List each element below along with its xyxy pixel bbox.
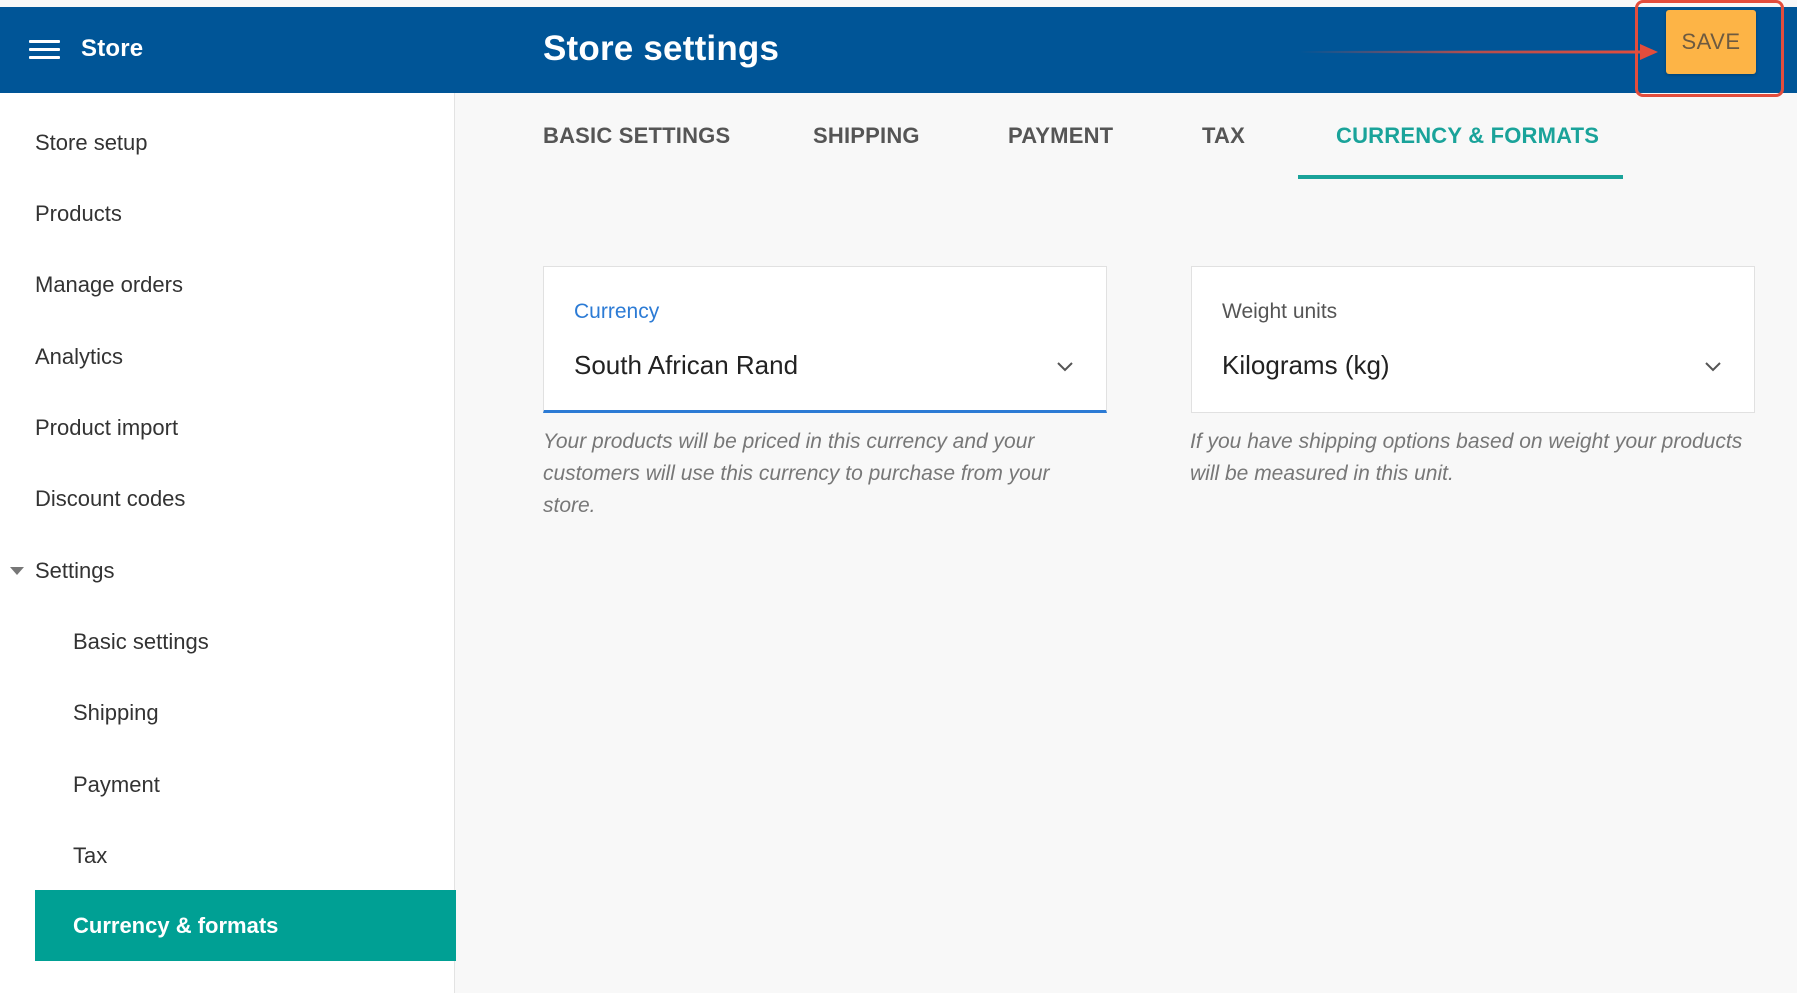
sidebar-item-manage-orders[interactable]: Manage orders xyxy=(35,272,183,298)
sidebar-item-store-setup[interactable]: Store setup xyxy=(35,130,148,156)
active-tab-indicator xyxy=(1298,175,1623,179)
sidebar-subitem-shipping[interactable]: Shipping xyxy=(73,700,159,726)
currency-select[interactable]: Currency South African Rand xyxy=(543,266,1107,413)
hamburger-menu-icon[interactable] xyxy=(29,39,60,61)
save-button[interactable]: SAVE xyxy=(1666,10,1756,74)
currency-label: Currency xyxy=(574,300,660,323)
tab-tax[interactable]: TAX xyxy=(1202,123,1245,149)
app-title: Store xyxy=(81,35,144,62)
tab-currency-formats[interactable]: CURRENCY & FORMATS xyxy=(1336,123,1599,149)
sidebar-nav: Store setup Products Manage orders Analy… xyxy=(0,93,456,993)
store-settings-app: Store Store settings SAVE Store setup Pr… xyxy=(0,0,1797,993)
weight-units-label: Weight units xyxy=(1222,300,1338,323)
sidebar-item-analytics[interactable]: Analytics xyxy=(35,344,123,370)
sidebar-subitem-label: Currency & formats xyxy=(73,913,279,938)
chevron-down-icon xyxy=(1057,362,1073,372)
sidebar-subitem-tax[interactable]: Tax xyxy=(73,843,107,869)
currency-help-text: Your products will be priced in this cur… xyxy=(543,430,1050,517)
sidebar-subitem-payment[interactable]: Payment xyxy=(73,772,160,798)
tab-payment[interactable]: PAYMENT xyxy=(1008,123,1113,149)
sidebar-item-settings[interactable]: Settings xyxy=(35,558,115,584)
weight-units-help-text: If you have shipping options based on we… xyxy=(1190,430,1743,485)
sidebar-item-products[interactable]: Products xyxy=(35,201,122,227)
currency-value: South African Rand xyxy=(574,350,799,380)
weight-units-value: Kilograms (kg) xyxy=(1222,350,1390,380)
tab-shipping[interactable]: SHIPPING xyxy=(813,123,920,149)
sidebar-item-discount-codes[interactable]: Discount codes xyxy=(35,486,185,512)
caret-down-icon[interactable] xyxy=(10,567,24,575)
annotation-arrow xyxy=(1300,44,1658,60)
sidebar-item-product-import[interactable]: Product import xyxy=(35,415,178,441)
tab-basic-settings[interactable]: BASIC SETTINGS xyxy=(543,123,730,149)
chevron-down-icon xyxy=(1705,362,1721,372)
sidebar-subitem-currency-formats[interactable]: Currency & formats xyxy=(35,890,456,961)
page-title: Store settings xyxy=(543,29,780,68)
weight-units-select[interactable]: Weight units Kilograms (kg) xyxy=(1191,266,1755,413)
sidebar-subitem-basic-settings[interactable]: Basic settings xyxy=(73,629,209,655)
